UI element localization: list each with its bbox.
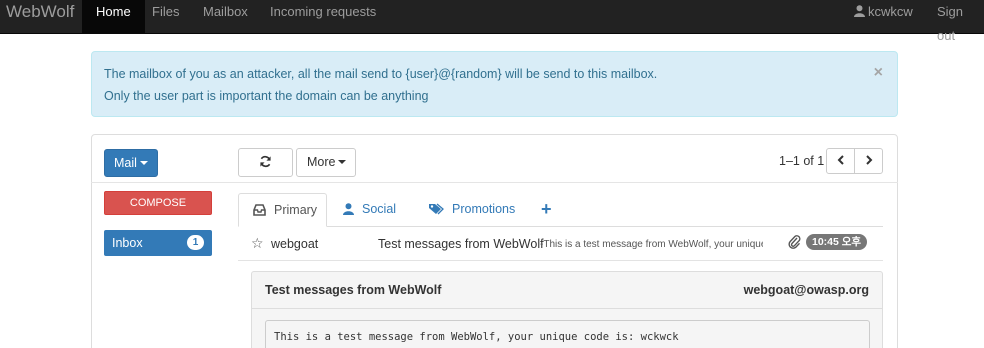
plus-icon[interactable]: + [541,193,552,226]
nav-files[interactable]: Files [152,0,179,34]
refresh-button[interactable] [238,148,293,177]
mail-snippet: -This is a test message from WebWolf, yo… [540,239,763,250]
next-page-button[interactable] [854,148,883,174]
pager-count: 1–1 of 1 [779,154,825,168]
message-detail: Test messages from WebWolf webgoat@owasp… [251,271,883,348]
mail-dropdown-button[interactable]: Mail [104,149,158,177]
user-menu[interactable]: kcwkcw [854,0,913,34]
sign-out-link[interactable]: Sign out [937,0,984,43]
prev-page-button[interactable] [826,148,855,174]
tab-primary[interactable]: Primary [238,193,327,227]
caret-down-icon [139,161,148,165]
user-name: kcwkcw [868,4,913,19]
inbox-count-badge: 1 [187,235,204,250]
user-icon [343,203,354,215]
paperclip-icon [788,235,802,252]
chevron-left-icon [837,155,844,165]
tab-social-label: Social [362,202,397,216]
mail-subject: Test messages from WebWolf [378,237,544,251]
mail-sender: webgoat [271,237,319,251]
nav-mailbox[interactable]: Mailbox [203,0,248,34]
mail-button-label: Mail [114,156,137,170]
message-from: webgoat@owasp.org [743,283,869,297]
tab-social[interactable]: Social [343,193,396,226]
message-divider [252,308,882,309]
mail-time-badge: 10:45 오후 [806,234,868,250]
tab-promotions[interactable]: Promotions [428,193,515,226]
tag-icon [429,203,444,215]
user-icon [854,5,865,17]
toolbar-divider [91,182,898,183]
message-title: Test messages from WebWolf [265,283,442,297]
tab-promotions-label: Promotions [452,202,516,216]
more-button-label: More [307,155,336,169]
inbox-button[interactable]: Inbox 1 [104,230,212,256]
navbar: WebWolf Home Files Mailbox Incoming requ… [0,0,984,43]
message-body: This is a test message from WebWolf, you… [265,320,870,348]
inbox-icon [253,204,266,216]
alert-line-2: Only the user part is important the doma… [104,89,429,103]
more-dropdown-button[interactable]: More [296,148,356,177]
alert-line-1: The mailbox of you as an attacker, all t… [104,67,658,81]
list-item[interactable]: ☆ webgoat Test messages from WebWolf -Th… [238,227,883,261]
compose-button[interactable]: COMPOSE [104,191,212,215]
chevron-right-icon [865,155,872,165]
star-icon[interactable]: ☆ [251,235,264,252]
close-icon[interactable]: × [874,64,883,82]
tab-primary-label: Primary [274,203,318,217]
caret-down-icon [338,160,347,164]
brand-logo[interactable]: WebWolf [6,0,74,34]
nav-incoming-requests[interactable]: Incoming requests [270,0,376,34]
nav-home[interactable]: Home [82,0,145,34]
refresh-icon [260,155,271,168]
info-alert: The mailbox of you as an attacker, all t… [91,51,898,117]
inbox-label: Inbox [112,236,143,250]
